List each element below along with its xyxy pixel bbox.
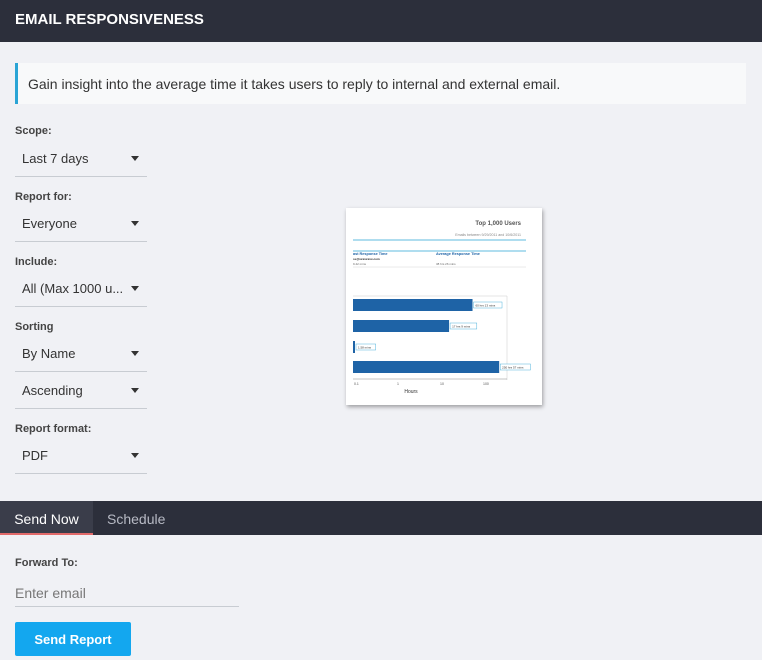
- caret-down-icon: [131, 221, 139, 226]
- scope-select[interactable]: Last 7 days: [15, 141, 147, 177]
- sort-by-select[interactable]: By Name: [15, 336, 147, 372]
- tab-schedule[interactable]: Schedule: [107, 501, 165, 535]
- preview-col2-header: Average Response Time: [436, 252, 480, 256]
- chart-tick-label: 1: [397, 382, 399, 386]
- preview-col1-value: 9.42 mins: [353, 262, 367, 266]
- include-value: All (Max 1000 u...: [22, 281, 124, 296]
- preview-axis-label: Hours: [404, 389, 418, 395]
- sort-order-value: Ascending: [22, 383, 83, 398]
- caret-down-icon: [131, 156, 139, 161]
- tab-send-now[interactable]: Send Now: [0, 501, 93, 535]
- include-select[interactable]: All (Max 1000 u...: [15, 271, 147, 307]
- caret-down-icon: [131, 453, 139, 458]
- preview-col2-value: 38 hrs 26 mins: [436, 262, 456, 266]
- report-format-select[interactable]: PDF: [15, 438, 147, 474]
- report-for-label: Report for:: [15, 191, 72, 203]
- caret-down-icon: [131, 388, 139, 393]
- report-preview-image: Top 1,000 Users Emails between 9/29/2011…: [353, 221, 531, 395]
- chart-tick-label: 0.1: [354, 382, 359, 386]
- email-input[interactable]: [15, 579, 239, 607]
- sorting-label: Sorting: [15, 321, 54, 333]
- preview-title: Top 1,000 Users: [475, 221, 521, 227]
- page-title: EMAIL RESPONSIVENESS: [15, 11, 204, 28]
- caret-down-icon: [131, 286, 139, 291]
- sort-by-value: By Name: [22, 346, 76, 361]
- scope-value: Last 7 days: [22, 151, 89, 166]
- report-preview: Top 1,000 Users Emails between 9/29/2011…: [346, 208, 542, 405]
- chart-tick-label: 10: [440, 382, 444, 386]
- chart-data-label: 17 hrs 9 mins: [452, 325, 471, 329]
- info-banner: Gain insight into the average time it ta…: [15, 63, 746, 104]
- include-label: Include:: [15, 256, 58, 268]
- chart-data-label: 250 hrs 57 mins: [502, 366, 524, 370]
- preview-bar-chart: 60 hrs 13 mins 17 hrs 9 mins 1.58 mins 250 …: [353, 295, 531, 386]
- report-for-select[interactable]: Everyone: [15, 206, 147, 242]
- sort-order-select[interactable]: Ascending: [15, 373, 147, 409]
- forward-to-label: Forward To:: [15, 557, 78, 569]
- preview-subtitle: Emails between 9/29/2011 and 10/6/2011: [455, 233, 521, 237]
- info-text: Gain insight into the average time it ta…: [28, 76, 561, 92]
- report-format-label: Report format:: [15, 423, 92, 435]
- send-report-button[interactable]: Send Report: [15, 622, 131, 656]
- chart-tick-label: 100: [483, 382, 489, 386]
- page-header: EMAIL RESPONSIVENESS: [0, 0, 762, 42]
- tab-bar: Send Now Schedule: [0, 501, 762, 535]
- chart-data-label: 60 hrs 13 mins: [476, 304, 496, 308]
- chart-bar: [353, 361, 500, 373]
- chart-bar: [353, 320, 450, 332]
- caret-down-icon: [131, 351, 139, 356]
- chart-bar: [353, 299, 473, 311]
- chart-bar: [353, 341, 355, 353]
- report-format-value: PDF: [22, 448, 48, 463]
- chart-data-label: 1.58 mins: [358, 346, 372, 350]
- preview-col1-email: ss@xxxxxxxx.com: [353, 257, 380, 261]
- preview-col1-header: ast Response Time: [353, 252, 388, 256]
- report-for-value: Everyone: [22, 216, 77, 231]
- scope-label: Scope:: [15, 125, 52, 137]
